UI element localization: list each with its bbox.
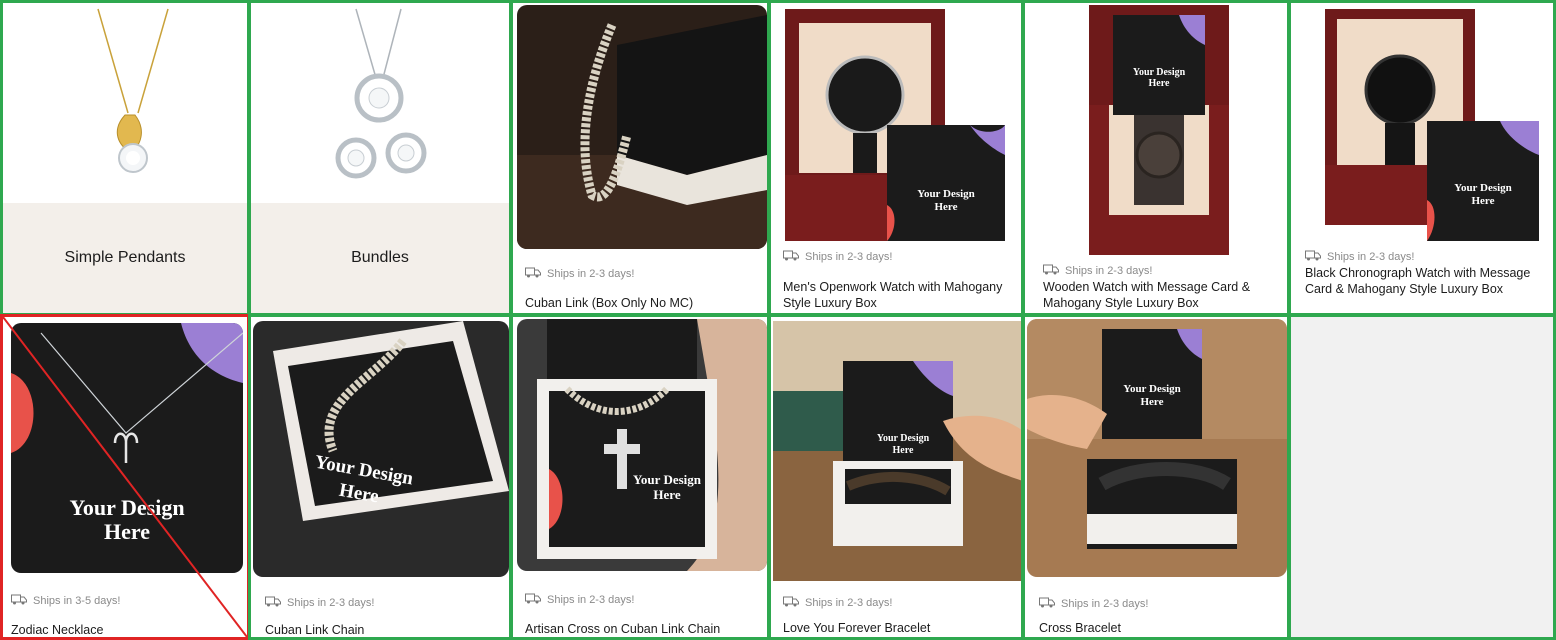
product-title: Cross Bracelet	[1039, 621, 1121, 635]
shipping-text: Ships in 2-3 days!	[1061, 598, 1149, 610]
product-title: Cuban Link Chain	[265, 623, 365, 637]
card-line1: Your Design	[917, 188, 975, 200]
card-line2: Here	[1149, 78, 1170, 89]
truck-icon	[265, 596, 281, 610]
truck-icon	[525, 267, 541, 281]
category-label: Bundles	[351, 249, 409, 266]
product-image: Your Design Here	[11, 323, 243, 573]
product-card-chronograph-watch[interactable]: Your Design Here Ships in 2-3 days! Blac…	[1288, 0, 1556, 316]
shipping-text: Ships in 2-3 days!	[547, 268, 635, 280]
shipping-text: Ships in 2-3 days!	[287, 597, 375, 609]
card-line2: Here	[104, 519, 150, 544]
product-title: Men's Openwork Watch with Mahogany Style…	[783, 280, 1003, 310]
category-label: Simple Pendants	[64, 249, 186, 266]
truck-icon	[1043, 264, 1059, 278]
card-line1: Your Design	[633, 472, 702, 487]
card-line1: Your Design	[1123, 383, 1181, 395]
card-line1: Your Design	[1133, 67, 1186, 78]
shipping-info: Ships in 3-5 days!	[11, 594, 120, 608]
truck-icon	[1305, 250, 1321, 264]
shipping-text: Ships in 2-3 days!	[1065, 265, 1153, 277]
product-image: Your Design Here	[253, 321, 509, 577]
product-title: Wooden Watch with Message Card & Mahogan…	[1043, 280, 1251, 310]
product-title: Love You Forever Bracelet	[783, 621, 931, 635]
truck-icon	[1039, 597, 1055, 611]
product-title: Artisan Cross on Cuban Link Chain	[525, 622, 721, 636]
product-card-cross-bracelet[interactable]: Your Design Here Ships in 2-3 days! Cros…	[1022, 314, 1290, 640]
product-image: Your Design Here	[773, 321, 1021, 581]
truck-icon	[783, 250, 799, 264]
bundle-image	[251, 3, 509, 203]
product-title: Cuban Link (Box Only No MC)	[525, 296, 694, 310]
product-card-zodiac-necklace[interactable]: Your Design Here Ships in 3-5 days! Zodi…	[0, 314, 250, 640]
card-line2: Here	[893, 445, 914, 456]
product-image: Your Design Here	[1029, 5, 1287, 257]
shipping-info: Ships in 2-3 days!	[265, 596, 374, 610]
product-image: Your Design Here	[517, 319, 767, 571]
shipping-text: Ships in 2-3 days!	[805, 251, 893, 263]
product-card-love-you-forever-bracelet[interactable]: Your Design Here Ships in 2-3 days! Love…	[768, 314, 1024, 640]
shipping-info: Ships in 2-3 days!	[525, 267, 634, 281]
card-line1: Your Design	[1454, 182, 1512, 194]
product-image	[517, 5, 767, 249]
card-line1: Your Design	[69, 495, 184, 520]
card-line1: Your Design	[877, 433, 930, 444]
shipping-text: Ships in 2-3 days!	[1327, 251, 1415, 263]
card-line2: Here	[934, 201, 957, 213]
shipping-text: Ships in 3-5 days!	[33, 595, 121, 607]
shipping-text: Ships in 2-3 days!	[547, 594, 635, 606]
truck-icon	[11, 594, 27, 608]
empty-grid-cell	[1288, 314, 1556, 640]
shipping-info: Ships in 2-3 days!	[1039, 597, 1148, 611]
product-card-openwork-watch[interactable]: Your Design Here Ships in 2-3 days! Men'…	[768, 0, 1024, 316]
product-card-cuban-link-box[interactable]: Ships in 2-3 days! Cuban Link (Box Only …	[510, 0, 770, 316]
category-tile-simple-pendants[interactable]: Simple Pendants	[0, 0, 250, 316]
shipping-info: Ships in 2-3 days!	[525, 593, 634, 607]
shipping-info: Ships in 2-3 days!	[1305, 250, 1414, 264]
category-tile-bundles[interactable]: Bundles	[248, 0, 512, 316]
shipping-text: Ships in 2-3 days!	[805, 597, 893, 609]
product-card-cuban-link-chain[interactable]: Your Design Here Ships in 2-3 days! Cuba…	[248, 314, 512, 640]
product-image: Your Design Here	[775, 5, 1021, 241]
card-line2: Here	[1140, 396, 1163, 408]
shipping-info: Ships in 2-3 days!	[783, 250, 892, 264]
product-card-wooden-watch[interactable]: Your Design Here Ships in 2-3 days! Wood…	[1022, 0, 1290, 316]
shipping-info: Ships in 2-3 days!	[783, 596, 892, 610]
product-title: Black Chronograph Watch with Message Car…	[1305, 266, 1531, 296]
product-image: Your Design Here	[1295, 5, 1553, 241]
product-image: Your Design Here	[1027, 319, 1287, 577]
product-title: Zodiac Necklace	[11, 623, 104, 637]
product-card-artisan-cross[interactable]: Your Design Here Ships in 2-3 days! Arti…	[510, 314, 770, 640]
card-line2: Here	[653, 487, 680, 502]
truck-icon	[783, 596, 799, 610]
pendant-image	[3, 3, 247, 203]
truck-icon	[525, 593, 541, 607]
card-line2: Here	[1471, 195, 1494, 207]
shipping-info: Ships in 2-3 days!	[1043, 264, 1152, 278]
